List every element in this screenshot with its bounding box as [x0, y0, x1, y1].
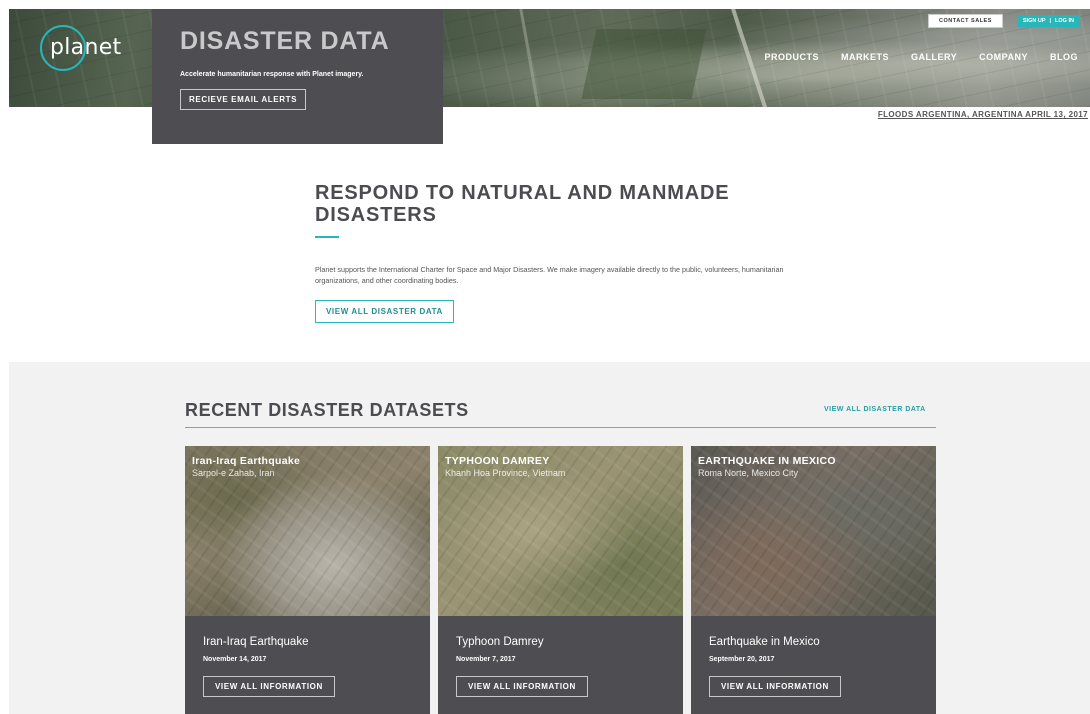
planet-logo[interactable]: planet	[40, 25, 128, 71]
dataset-date: November 7, 2017	[456, 656, 516, 663]
view-all-disaster-data-link[interactable]: VIEW ALL DISASTER DATA	[824, 406, 926, 413]
nav-item-gallery[interactable]: GALLERY	[911, 52, 957, 62]
heading-accent-line	[315, 236, 339, 238]
contact-sales-button[interactable]: CONTACT SALES	[928, 14, 1003, 28]
nav-item-company[interactable]: COMPANY	[979, 52, 1028, 62]
main-nav: PRODUCTS MARKETS GALLERY COMPANY BLOG	[764, 52, 1078, 62]
nav-item-blog[interactable]: BLOG	[1050, 52, 1078, 62]
top-actions: CONTACT SALES SIGN UP | LOG IN	[928, 14, 1080, 28]
dataset-date: November 14, 2017	[203, 656, 267, 663]
image-title: EARTHQUAKE IN MEXICO	[698, 455, 836, 467]
respond-description: Planet supports the International Charte…	[315, 265, 784, 285]
hero-image-road	[517, 9, 544, 107]
view-all-information-button[interactable]: VIEW ALL INFORMATION	[456, 676, 588, 697]
view-all-information-button[interactable]: VIEW ALL INFORMATION	[203, 676, 335, 697]
recent-heading: RECENT DISASTER DATASETS	[185, 400, 469, 420]
hero-image-caption-link[interactable]: FLOODS ARGENTINA, ARGENTINA APRIL 13, 20…	[878, 110, 1088, 119]
dataset-date: September 20, 2017	[709, 656, 775, 663]
dataset-satellite-image[interactable]: Iran-Iraq Earthquake Sarpol-e Zahab, Ira…	[185, 446, 430, 616]
image-title: Iran-Iraq Earthquake	[192, 455, 301, 467]
auth-buttons: SIGN UP | LOG IN	[1016, 15, 1080, 27]
respond-section: RESPOND TO NATURAL AND MANMADE DISASTERS…	[315, 182, 835, 323]
dataset-card[interactable]: TYPHOON DAMREY Khanh Hoa Province, Vietn…	[438, 446, 683, 714]
nav-item-markets[interactable]: MARKETS	[841, 52, 889, 62]
respond-heading: RESPOND TO NATURAL AND MANMADE DISASTERS	[315, 182, 730, 226]
sign-up-link[interactable]: SIGN UP	[1023, 18, 1046, 24]
disaster-data-panel: DISASTER DATA Accelerate humanitarian re…	[152, 9, 443, 144]
view-all-information-button[interactable]: VIEW ALL INFORMATION	[709, 676, 841, 697]
hero-image-field	[581, 29, 707, 99]
image-location: Khanh Hoa Province, Vietnam	[445, 468, 566, 478]
log-in-link[interactable]: LOG IN	[1055, 18, 1074, 24]
dataset-card[interactable]: EARTHQUAKE IN MEXICO Roma Norte, Mexico …	[691, 446, 936, 714]
dataset-name: Earthquake in Mexico	[709, 636, 820, 648]
dataset-name: Iran-Iraq Earthquake	[203, 636, 309, 648]
image-location: Roma Norte, Mexico City	[698, 468, 799, 478]
dataset-satellite-image[interactable]: EARTHQUAKE IN MEXICO Roma Norte, Mexico …	[691, 446, 936, 616]
email-alerts-button[interactable]: RECIEVE EMAIL ALERTS	[180, 89, 307, 110]
dataset-satellite-image[interactable]: TYPHOON DAMREY Khanh Hoa Province, Vietn…	[438, 446, 683, 616]
page-subtitle: Accelerate humanitarian response with Pl…	[180, 71, 364, 78]
dataset-card[interactable]: Iran-Iraq Earthquake Sarpol-e Zahab, Ira…	[185, 446, 430, 714]
logo-text: planet	[50, 35, 122, 60]
section-divider	[185, 427, 936, 428]
recent-datasets-section: RECENT DISASTER DATASETS VIEW ALL DISAST…	[9, 362, 1090, 714]
auth-divider: |	[1049, 18, 1052, 24]
nav-item-products[interactable]: PRODUCTS	[764, 52, 819, 62]
dataset-name: Typhoon Damrey	[456, 636, 544, 648]
image-title: TYPHOON DAMREY	[445, 455, 550, 467]
page-title: DISASTER DATA	[180, 27, 390, 55]
view-all-disaster-data-button[interactable]: VIEW ALL DISASTER DATA	[315, 300, 454, 323]
image-location: Sarpol-e Zahab, Iran	[192, 468, 275, 478]
